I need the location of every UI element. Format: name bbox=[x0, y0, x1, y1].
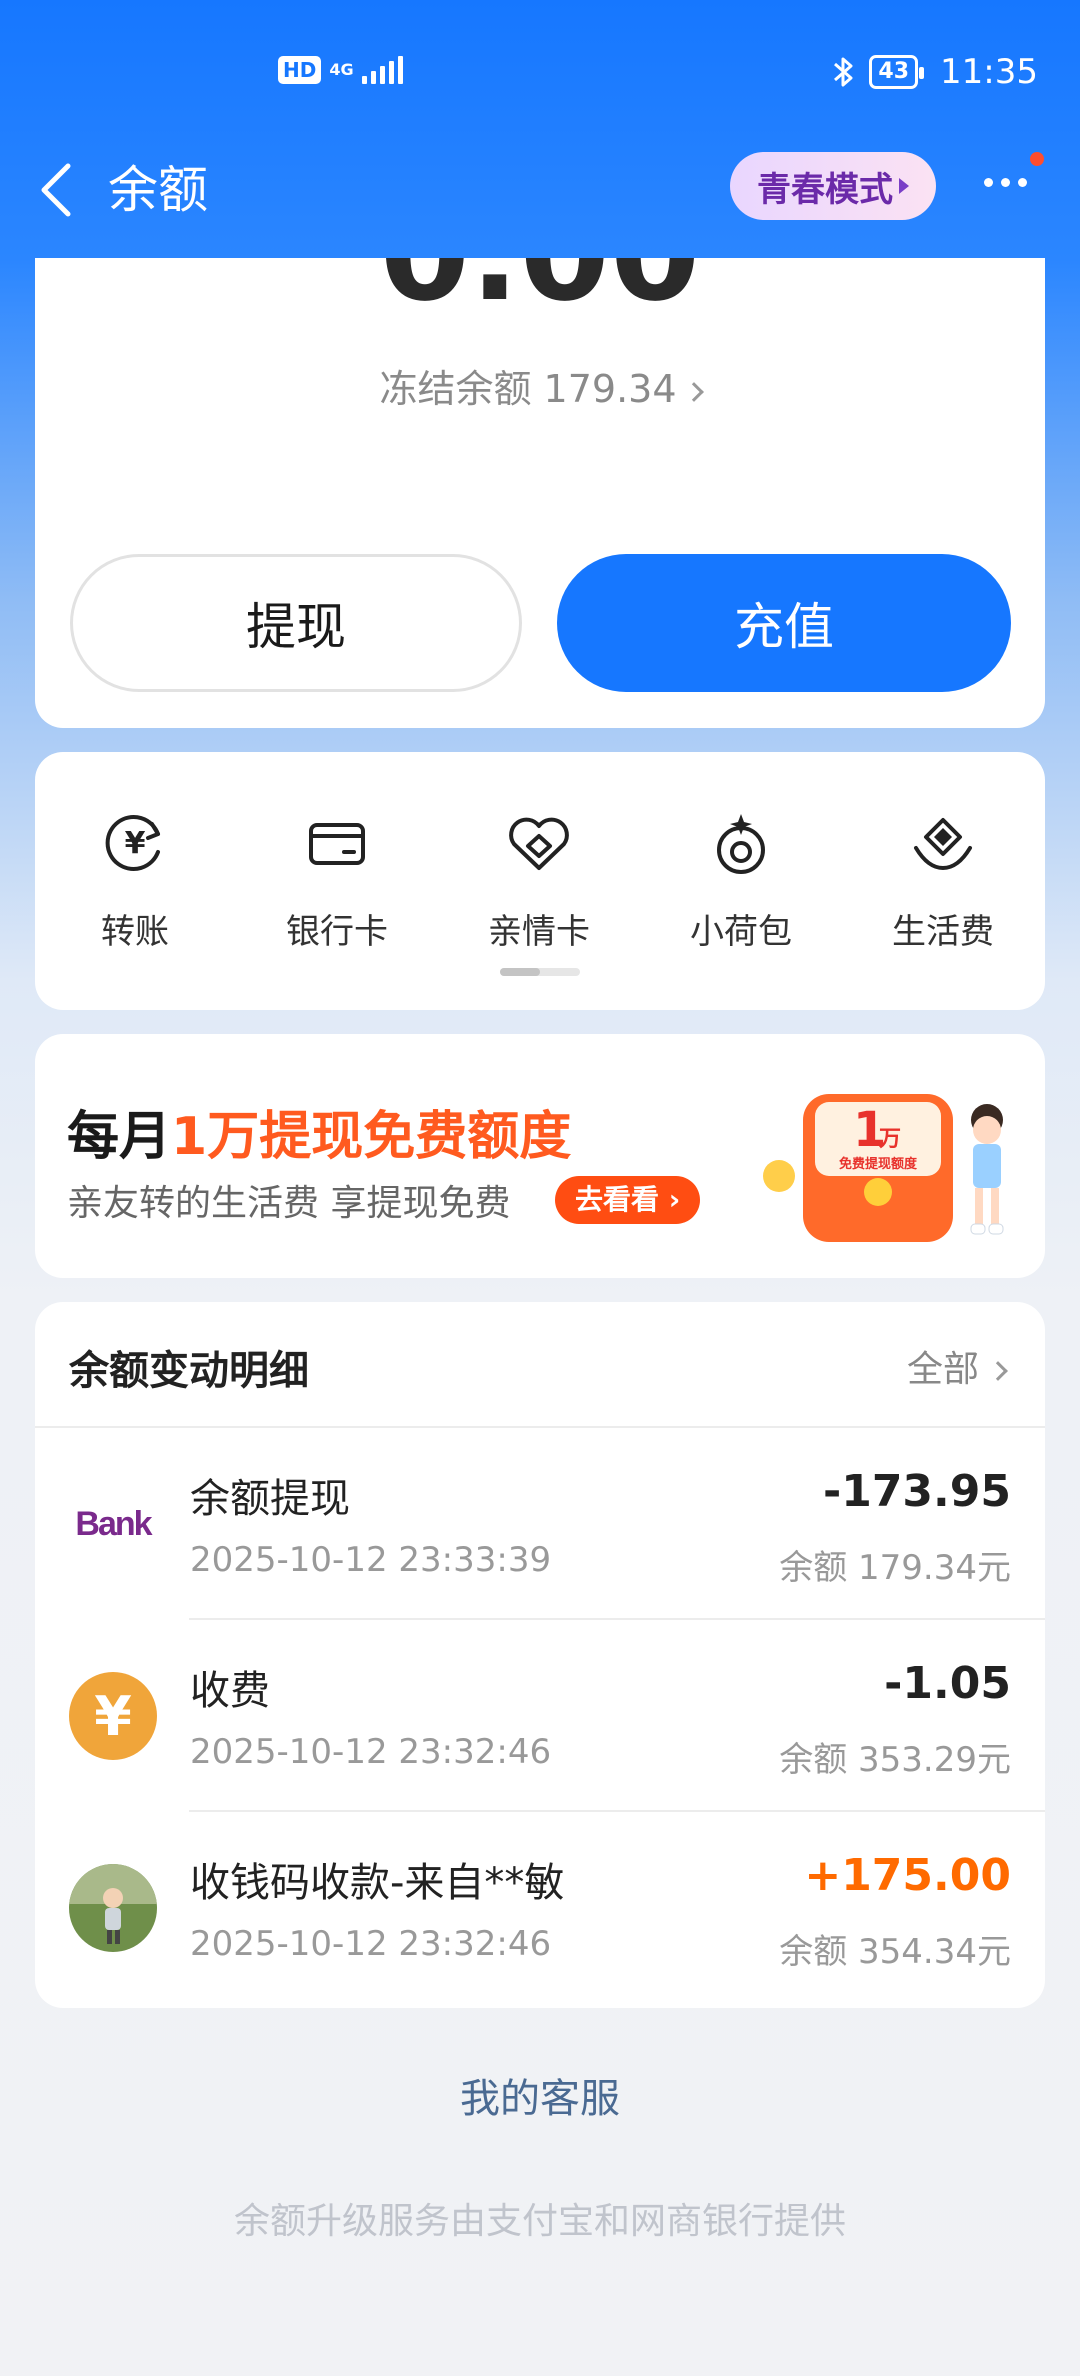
chevron-right-icon bbox=[683, 381, 704, 402]
more-menu-button[interactable] bbox=[984, 178, 1027, 187]
transaction-time: 2025-10-12 23:33:39 bbox=[190, 1540, 552, 1580]
notification-dot bbox=[1030, 152, 1044, 166]
filter-all-label: 全部 bbox=[906, 1349, 979, 1390]
promo-title-highlight: 1万提现免费额度 bbox=[171, 1107, 572, 1167]
red-envelope-illustration: 1 万 免费提现额度 bbox=[763, 1094, 1004, 1242]
transaction-row[interactable]: Bank 余额提现 2025-10-12 23:33:39 -173.95 余额… bbox=[35, 1428, 1045, 1620]
youth-mode-label: 青春模式 bbox=[757, 169, 893, 210]
transaction-amount: +175.00 bbox=[804, 1850, 1011, 1901]
status-right: 43 11:35 bbox=[831, 52, 1038, 92]
shortcut-label: 生活费 bbox=[892, 912, 994, 952]
child-photo-avatar bbox=[69, 1864, 157, 1952]
bank-logo-text: Bank bbox=[75, 1504, 152, 1543]
shortcut-living-expense[interactable]: 生活费 bbox=[843, 808, 1043, 953]
page-title: 余额 bbox=[108, 161, 208, 219]
shortcut-family-card[interactable]: 亲情卡 bbox=[439, 808, 639, 953]
balance-detail-card: 余额变动明细 全部 Bank 余额提现 2025-10-12 23:33:39 … bbox=[35, 1302, 1045, 2008]
more-dot-icon bbox=[984, 178, 993, 187]
signal-icon bbox=[361, 56, 403, 84]
shortcut-grid: ¥ 转账 银行卡 亲情卡 小荷包 生活费 bbox=[35, 752, 1045, 1010]
hd-badge: HD bbox=[278, 56, 322, 84]
chevron-right-icon bbox=[988, 1361, 1008, 1381]
family-card-icon bbox=[509, 817, 569, 870]
back-arrow-icon bbox=[41, 163, 71, 217]
status-bar: HD 4G 43 11:35 bbox=[0, 0, 1080, 150]
promo-art-unit: 万 bbox=[878, 1127, 901, 1152]
promo-title-prefix: 每月 bbox=[67, 1107, 172, 1167]
balance-card: 0.00 冻结余额 179.34 提现 充值 bbox=[35, 258, 1045, 728]
shortcut-label: 转账 bbox=[101, 912, 169, 952]
transaction-time: 2025-10-12 23:32:46 bbox=[190, 1924, 552, 1964]
svg-text:¥: ¥ bbox=[125, 826, 146, 861]
more-dot-icon bbox=[1018, 178, 1027, 187]
balance-amount: 0.00 bbox=[35, 258, 1045, 330]
back-button[interactable] bbox=[36, 162, 76, 222]
bank-logo-icon: Bank bbox=[69, 1480, 157, 1568]
frozen-balance-text: 冻结余额 179.34 bbox=[379, 367, 677, 411]
shortcut-label: 银行卡 bbox=[286, 912, 388, 952]
transaction-balance: 余额 179.34元 bbox=[779, 1548, 1011, 1588]
play-arrow-icon bbox=[899, 178, 909, 194]
recharge-button[interactable]: 充值 bbox=[557, 554, 1011, 692]
shortcut-purse[interactable]: 小荷包 bbox=[641, 808, 841, 953]
filter-all-link[interactable]: 全部 bbox=[906, 1340, 1008, 1392]
shortcut-transfer[interactable]: ¥ 转账 bbox=[35, 808, 235, 953]
shortcut-label: 亲情卡 bbox=[488, 912, 590, 952]
network-indicators: HD 4G bbox=[278, 56, 403, 84]
network-type: 4G bbox=[329, 60, 354, 79]
transaction-balance: 余额 354.34元 bbox=[779, 1932, 1011, 1972]
balance-detail-header: 余额变动明细 全部 bbox=[35, 1302, 1045, 1428]
transaction-time: 2025-10-12 23:32:46 bbox=[190, 1732, 552, 1772]
bank-card-icon bbox=[309, 823, 365, 865]
promo-go-button[interactable]: 去看看 › bbox=[555, 1176, 701, 1224]
more-dot-icon bbox=[1001, 178, 1010, 187]
footer-note: 余额升级服务由支付宝和网商银行提供 bbox=[233, 2201, 846, 2242]
transaction-amount: -173.95 bbox=[822, 1466, 1011, 1517]
promo-banner[interactable]: 每月1万提现免费额度 亲友转的生活费 享提现免费 去看看 › 1 万 免费提现额… bbox=[35, 1034, 1045, 1278]
promo-go-label: 去看看 bbox=[575, 1183, 660, 1216]
shortcut-label: 小荷包 bbox=[690, 912, 792, 952]
transaction-name: 余额提现 bbox=[190, 1476, 350, 1522]
promo-art-caption: 免费提现额度 bbox=[839, 1156, 918, 1172]
transaction-amount: -1.05 bbox=[884, 1658, 1011, 1709]
promo-subtitle: 亲友转的生活费 享提现免费 bbox=[67, 1183, 511, 1224]
page-indicator bbox=[500, 968, 580, 976]
shortcut-bank-card[interactable]: 银行卡 bbox=[237, 808, 437, 953]
fee-yuan-glyph: ¥ bbox=[94, 1684, 132, 1748]
transaction-name: 收费 bbox=[190, 1668, 270, 1714]
clock: 11:35 bbox=[940, 52, 1038, 92]
frozen-balance-link[interactable]: 冻结余额 179.34 bbox=[35, 358, 1045, 413]
transaction-row[interactable]: 收钱码收款-来自**敏 2025-10-12 23:32:46 +175.00 … bbox=[35, 1812, 1045, 2004]
bluetooth-icon bbox=[834, 57, 853, 87]
transaction-balance: 余额 353.29元 bbox=[779, 1740, 1011, 1780]
purse-icon bbox=[717, 814, 765, 874]
withdraw-button[interactable]: 提现 bbox=[70, 554, 522, 692]
battery-icon: 43 bbox=[869, 55, 924, 89]
fee-yuan-icon: ¥ bbox=[69, 1672, 157, 1760]
user-avatar bbox=[69, 1864, 157, 1952]
customer-service-link[interactable]: 我的客服 bbox=[0, 2066, 1080, 2124]
living-expense-icon bbox=[914, 818, 972, 871]
balance-detail-title: 余额变动明细 bbox=[69, 1348, 309, 1394]
transfer-yuan-icon: ¥ bbox=[105, 815, 160, 871]
promo-title: 每月1万提现免费额度 bbox=[67, 1094, 571, 1169]
transaction-name: 收钱码收款-来自**敏 bbox=[190, 1860, 565, 1906]
youth-mode-button[interactable]: 青春模式 bbox=[730, 152, 936, 220]
transaction-row[interactable]: ¥ 收费 2025-10-12 23:32:46 -1.05 余额 353.29… bbox=[35, 1620, 1045, 1812]
